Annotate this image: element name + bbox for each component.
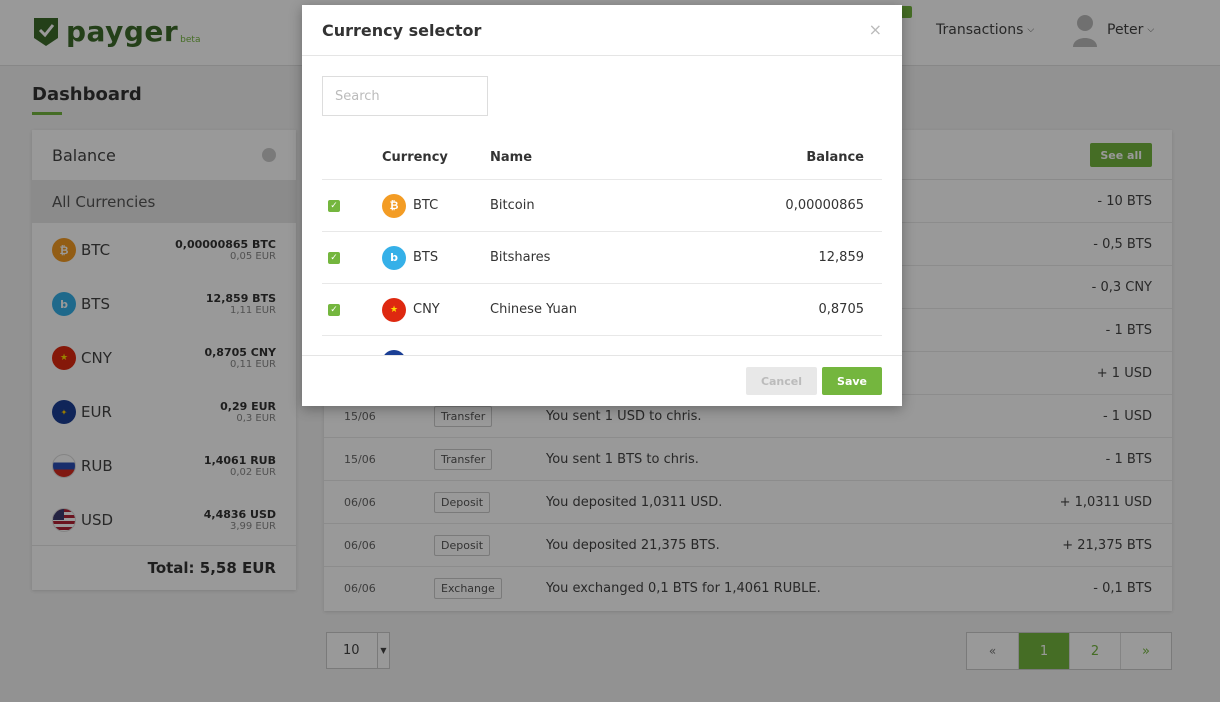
checkbox-checked[interactable]: ✓	[328, 199, 340, 212]
currency-selector-modal: Currency selector × Currency Name Balanc…	[302, 5, 902, 406]
currency-table: Currency Name Balance ✓ ₿ BTC Bitcoin 0,…	[322, 136, 882, 356]
row-check-cell: ✓	[322, 251, 382, 264]
cancel-button[interactable]: Cancel	[745, 367, 818, 395]
currency-row-bts[interactable]: ✓ b BTS Bitshares 12,859	[322, 232, 882, 284]
bitcoin-icon: ₿	[382, 193, 406, 218]
currency-balance: 0,8705	[818, 302, 865, 317]
currency-code: BTC	[413, 198, 439, 213]
modal-title: Currency selector	[322, 20, 482, 40]
modal-header: Currency selector ×	[302, 5, 902, 56]
currency-name: Chinese Yuan	[490, 302, 577, 317]
currency-row-cny[interactable]: ✓ ★ CNY Chinese Yuan 0,8705	[322, 284, 882, 336]
col-balance: Balance	[806, 150, 864, 165]
currency-name: Bitshares	[490, 250, 551, 265]
currency-table-header: Currency Name Balance	[322, 136, 882, 180]
currency-balance: 12,859	[818, 250, 865, 265]
checkbox-checked[interactable]: ✓	[328, 303, 340, 316]
currency-code: BTS	[413, 250, 439, 265]
modal-body: Currency Name Balance ✓ ₿ BTC Bitcoin 0,…	[302, 56, 902, 356]
save-button[interactable]: Save	[822, 367, 882, 395]
col-currency: Currency	[382, 150, 448, 165]
currency-code: CNY	[413, 302, 440, 317]
col-name: Name	[490, 150, 533, 165]
checkbox-checked[interactable]: ✓	[328, 251, 340, 264]
currency-row-btc[interactable]: ✓ ₿ BTC Bitcoin 0,00000865	[322, 180, 882, 232]
row-check-cell: ✓	[322, 199, 382, 212]
row-check-cell: ✓	[322, 303, 382, 316]
search-input[interactable]	[322, 76, 488, 116]
close-icon[interactable]: ×	[869, 22, 882, 38]
currency-balance: 0,00000865	[785, 198, 864, 213]
china-flag-icon: ★	[382, 297, 406, 322]
modal-footer: Cancel Save	[302, 355, 902, 406]
currency-cell: ₿ BTC	[382, 193, 490, 218]
currency-row-partial[interactable]: ✓ ✦	[322, 336, 882, 356]
bitshares-icon: b	[382, 245, 406, 270]
currency-cell: b BTS	[382, 245, 490, 270]
currency-cell: ★ CNY	[382, 297, 490, 322]
currency-name: Bitcoin	[490, 198, 535, 213]
